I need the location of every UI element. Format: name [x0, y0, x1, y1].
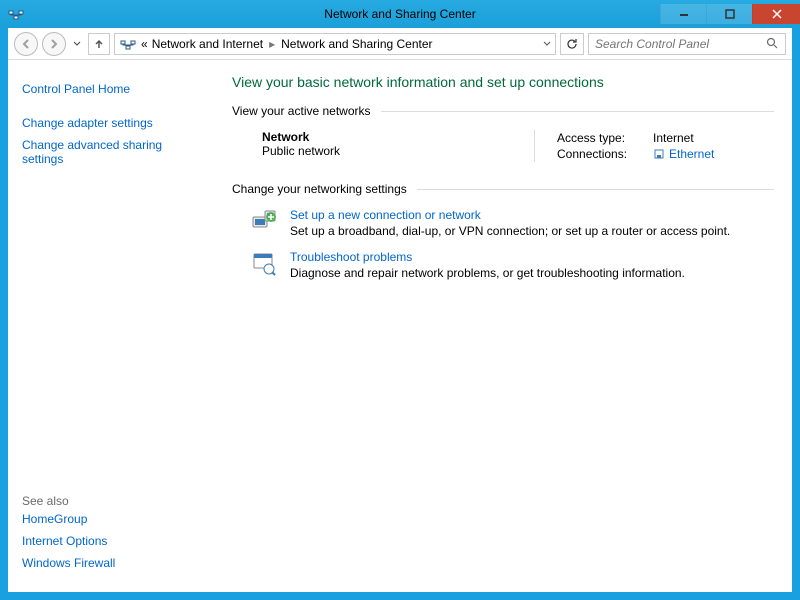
network-identity: Network Public network	[232, 130, 534, 162]
change-settings-section-title: Change your networking settings	[232, 182, 774, 196]
troubleshoot-icon	[250, 250, 278, 278]
setup-connection-link[interactable]: Set up a new connection or network	[290, 208, 730, 222]
troubleshoot-item: Troubleshoot problems Diagnose and repai…	[232, 250, 774, 280]
access-type-value: Internet	[653, 131, 694, 145]
homegroup-link[interactable]: HomeGroup	[22, 508, 204, 530]
refresh-icon	[565, 37, 579, 51]
internet-options-link[interactable]: Internet Options	[22, 530, 204, 552]
troubleshoot-link[interactable]: Troubleshoot problems	[290, 250, 685, 264]
setup-connection-icon	[250, 208, 278, 236]
change-advanced-link[interactable]: Change advanced sharing settings	[22, 134, 204, 170]
app-icon	[6, 4, 26, 24]
connections-label: Connections:	[557, 147, 643, 161]
chevron-down-icon	[73, 40, 81, 48]
close-button[interactable]	[752, 4, 800, 24]
page-heading: View your basic network information and …	[232, 74, 774, 90]
sidebar: Control Panel Home Change adapter settin…	[8, 60, 218, 592]
divider	[381, 111, 774, 112]
chevron-down-icon	[543, 40, 551, 48]
title-bar[interactable]: Network and Sharing Center	[0, 0, 800, 28]
navigation-toolbar: « Network and Internet ▸ Network and Sha…	[8, 28, 792, 60]
breadcrumb-separator-icon[interactable]: ▸	[267, 37, 277, 51]
up-button[interactable]	[88, 33, 110, 55]
address-dropdown-button[interactable]	[543, 40, 551, 48]
location-icon	[119, 35, 137, 53]
network-details: Access type: Internet Connections: Ether…	[534, 130, 774, 162]
network-name: Network	[262, 130, 534, 144]
active-networks-section-title: View your active networks	[232, 104, 774, 118]
ethernet-icon	[653, 147, 665, 161]
arrow-up-icon	[93, 38, 105, 50]
window-controls	[660, 4, 800, 24]
main-panel: View your basic network information and …	[218, 60, 792, 592]
maximize-button[interactable]	[706, 4, 752, 24]
divider	[417, 189, 774, 190]
active-network-row: Network Public network Access type: Inte…	[232, 130, 774, 162]
address-bar[interactable]: « Network and Internet ▸ Network and Sha…	[114, 33, 556, 55]
forward-button[interactable]	[42, 32, 66, 56]
back-button[interactable]	[14, 32, 38, 56]
recent-locations-button[interactable]	[70, 40, 84, 48]
breadcrumb-segment[interactable]: Network and Internet	[152, 37, 263, 51]
content-area: « Network and Internet ▸ Network and Sha…	[8, 28, 792, 592]
control-panel-home-link[interactable]: Control Panel Home	[22, 78, 204, 100]
setup-connection-item: Set up a new connection or network Set u…	[232, 208, 774, 238]
window-frame: Network and Sharing Center	[0, 0, 800, 600]
arrow-left-icon	[20, 38, 32, 50]
access-type-label: Access type:	[557, 131, 643, 145]
section-label: View your active networks	[232, 104, 371, 118]
search-box[interactable]	[588, 33, 786, 55]
breadcrumb-segment[interactable]: Network and Sharing Center	[281, 37, 432, 51]
section-label: Change your networking settings	[232, 182, 407, 196]
search-input[interactable]	[595, 37, 766, 51]
minimize-button[interactable]	[660, 4, 706, 24]
connection-link[interactable]: Ethernet	[653, 147, 714, 161]
network-type: Public network	[262, 144, 534, 158]
windows-firewall-link[interactable]: Windows Firewall	[22, 552, 204, 574]
change-adapter-link[interactable]: Change adapter settings	[22, 112, 204, 134]
body: Control Panel Home Change adapter settin…	[8, 60, 792, 592]
arrow-right-icon	[48, 38, 60, 50]
search-icon	[766, 37, 779, 50]
breadcrumb-prefix: «	[141, 37, 148, 51]
troubleshoot-desc: Diagnose and repair network problems, or…	[290, 266, 685, 280]
refresh-button[interactable]	[560, 33, 584, 55]
setup-connection-desc: Set up a broadband, dial-up, or VPN conn…	[290, 224, 730, 238]
see-also-label: See also	[22, 486, 204, 508]
window-title: Network and Sharing Center	[324, 7, 475, 21]
